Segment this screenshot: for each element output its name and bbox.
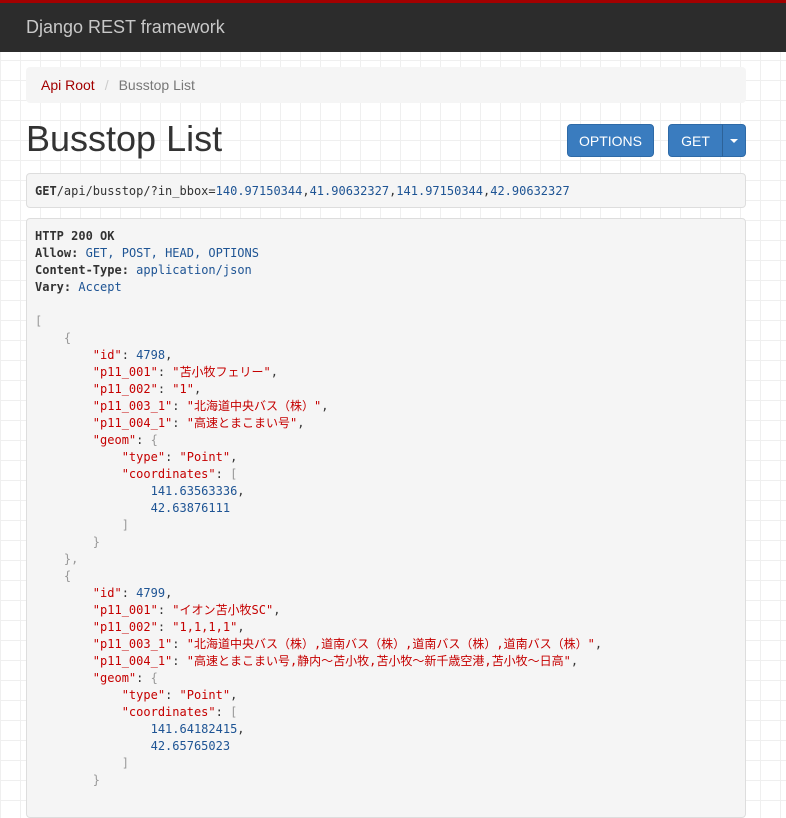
- response-status: HTTP 200 OK: [35, 229, 115, 243]
- request-method: GET: [35, 183, 57, 198]
- brand-link[interactable]: Django REST framework: [26, 17, 225, 38]
- json-p11-002: "1": [172, 382, 194, 396]
- json-coordinate: 141.64182415: [150, 722, 238, 736]
- breadcrumb-api-root[interactable]: Api Root: [41, 77, 95, 93]
- page-title: Busstop List: [26, 118, 223, 159]
- json-geom-type: "Point": [179, 688, 231, 702]
- request-info: GET /api/busstop/?in_bbox= 140.97150344, 4…: [26, 173, 746, 208]
- json-p11-002: "1,1,1,1": [172, 620, 238, 634]
- header-key: Content-Type: [35, 263, 122, 277]
- breadcrumb-separator: /: [104, 77, 109, 93]
- bbox-value: 141.97150344: [396, 183, 483, 198]
- json-coordinate: 141.63563336: [150, 484, 238, 498]
- bbox-value: 140.97150344: [215, 183, 303, 198]
- json-coordinate: 42.65765023: [150, 739, 231, 753]
- request-path: /api/busstop/?in_bbox=: [56, 183, 216, 198]
- header-key: Allow: [35, 246, 72, 260]
- json-geom-type: "Point": [179, 450, 231, 464]
- json-coordinate: 42.63876111: [150, 501, 231, 515]
- json-p11-003-1: "北海道中央バス（株）,道南バス（株）,道南バス（株）,道南バス（株）": [186, 637, 595, 651]
- json-p11-004-1: "高速とまこまい号,静内～苫小牧,苫小牧～新千歳空港,苫小牧～日高": [186, 654, 571, 668]
- json-id: 4799: [136, 586, 166, 600]
- breadcrumb: Api Root / Busstop List: [26, 67, 746, 103]
- header-value: GET, POST, HEAD, OPTIONS: [85, 246, 259, 260]
- header-key: Vary: [35, 280, 64, 294]
- bbox-value: 41.90632327: [309, 183, 390, 198]
- header-value: Accept: [78, 280, 122, 294]
- caret-down-icon: [730, 138, 738, 143]
- json-p11-001: "苫小牧フェリー": [172, 365, 271, 379]
- response-body: HTTP 200 OK Allow: GET, POST, HEAD, OPTI…: [26, 218, 746, 818]
- get-format-dropdown[interactable]: [722, 124, 746, 157]
- json-id: 4798: [136, 348, 166, 362]
- get-button[interactable]: GET: [668, 124, 723, 157]
- bbox-value: 42.90632327: [490, 183, 570, 198]
- header-value: application/json: [136, 263, 252, 277]
- json-p11-004-1: "高速とまこまい号": [186, 416, 298, 430]
- json-p11-003-1: "北海道中央バス（株）": [186, 399, 322, 413]
- breadcrumb-current: Busstop List: [118, 77, 195, 93]
- navbar: Django REST framework: [0, 0, 786, 52]
- options-button[interactable]: OPTIONS: [567, 124, 654, 157]
- json-p11-001: "イオン苫小牧SC": [172, 603, 274, 617]
